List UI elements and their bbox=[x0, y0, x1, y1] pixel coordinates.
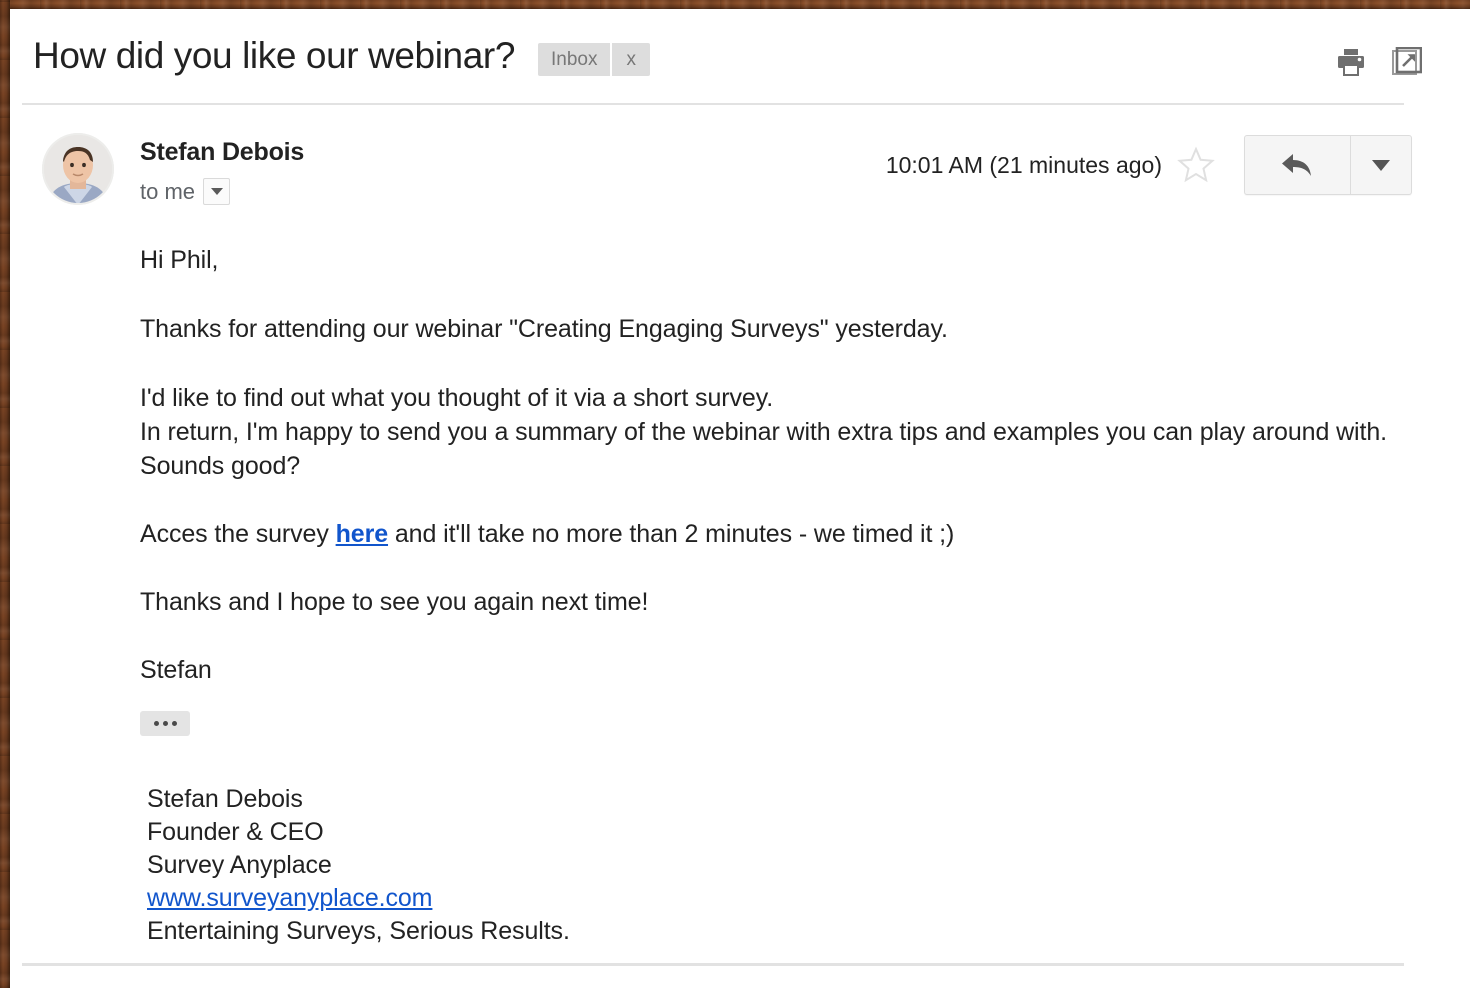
message-timestamp: 10:01 AM (21 minutes ago) bbox=[885, 152, 1162, 178]
page-title: How did you like our webinar? bbox=[33, 35, 515, 76]
email-signature: Stefan Debois Founder & CEO Survey Anypl… bbox=[140, 783, 1390, 948]
survey-link[interactable]: here bbox=[336, 520, 389, 548]
signature-title: Founder & CEO bbox=[147, 818, 324, 846]
email-body: Hi Phil, Thanks for attending our webina… bbox=[140, 243, 1390, 948]
signature-company: Survey Anyplace bbox=[147, 851, 332, 879]
email-message-pane: How did you like our webinar? Inbox x St… bbox=[10, 9, 1470, 988]
reply-button-group bbox=[1244, 135, 1412, 195]
message-meta-actions: 10:01 AM (21 minutes ago) bbox=[886, 135, 1412, 195]
header-divider bbox=[22, 103, 1404, 105]
desk-frame-top bbox=[0, 0, 1470, 9]
subject-header-row: How did you like our webinar? Inbox x bbox=[33, 25, 1422, 87]
body-paragraph-2-line-1: I'd like to find out what you thought of… bbox=[140, 384, 774, 412]
avatar[interactable] bbox=[42, 133, 114, 205]
body-greeting: Hi Phil, bbox=[140, 246, 219, 274]
chevron-down-icon bbox=[1372, 159, 1390, 171]
signature-tagline: Entertaining Surveys, Serious Results. bbox=[147, 917, 570, 945]
print-icon[interactable] bbox=[1336, 48, 1366, 81]
desk-frame-left bbox=[0, 0, 10, 988]
body-signoff: Stefan bbox=[140, 656, 212, 684]
body-paragraph-3: Acces the survey here and it'll take no … bbox=[140, 517, 1390, 551]
label-chip-remove-button[interactable]: x bbox=[612, 43, 650, 76]
body-paragraph-4: Thanks and I hope to see you again next … bbox=[140, 588, 649, 616]
footer-divider bbox=[22, 963, 1404, 966]
body-paragraph-2-line-2: In return, I'm happy to send you a summa… bbox=[140, 418, 1388, 480]
more-options-button[interactable] bbox=[1351, 136, 1411, 194]
reply-button[interactable] bbox=[1245, 136, 1350, 194]
dot-icon bbox=[171, 721, 177, 726]
header-action-buttons bbox=[1336, 46, 1423, 82]
label-chip-name: Inbox bbox=[551, 48, 598, 70]
recipient-details-toggle[interactable] bbox=[203, 178, 231, 205]
chevron-down-icon bbox=[210, 188, 223, 195]
dot-icon bbox=[162, 721, 168, 726]
label-chip-inbox[interactable]: Inbox x bbox=[538, 42, 650, 76]
body-paragraph-3-prefix: Acces the survey bbox=[140, 520, 336, 548]
sender-name[interactable]: Stefan Debois bbox=[140, 137, 304, 167]
signature-name: Stefan Debois bbox=[147, 785, 303, 813]
sender-info: Stefan Debois to me bbox=[140, 137, 304, 205]
recipient-label: to me bbox=[140, 178, 196, 204]
signature-website-link[interactable]: www.surveyanyplace.com bbox=[147, 884, 433, 912]
recipient-row: to me bbox=[140, 178, 304, 205]
star-icon[interactable] bbox=[1176, 145, 1216, 185]
open-in-new-window-icon[interactable] bbox=[1392, 46, 1423, 82]
body-paragraph-3-suffix: and it'll take no more than 2 minutes - … bbox=[388, 520, 955, 548]
dot-icon bbox=[153, 721, 159, 726]
expand-quoted-text-button[interactable] bbox=[140, 711, 190, 736]
body-paragraph-1: Thanks for attending our webinar "Creati… bbox=[140, 315, 948, 343]
